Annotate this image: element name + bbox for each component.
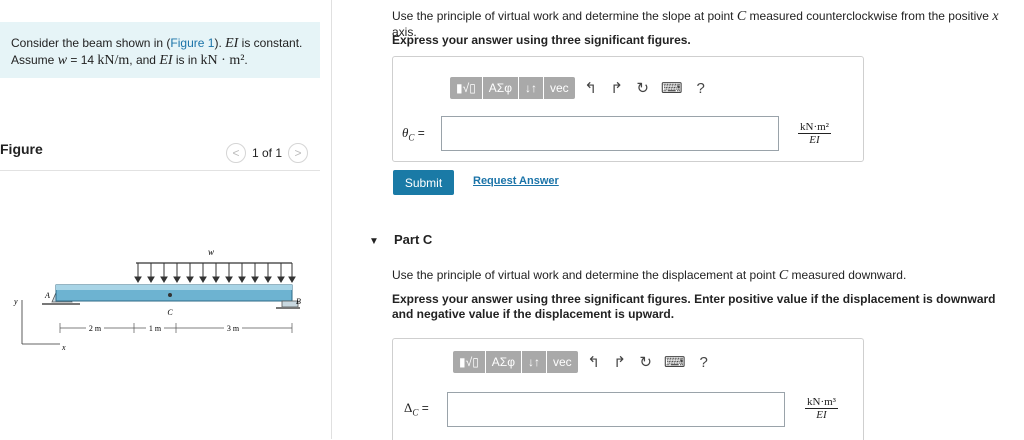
- keyboard-icon[interactable]: ⌨: [662, 351, 688, 373]
- undo-icon[interactable]: ↰: [581, 77, 601, 99]
- part-c-toolbar: ▮√▯ ΑΣφ ↓↑ vec ↰ ↱ ↻ ⌨ ?: [453, 351, 714, 373]
- arrows-button[interactable]: ↓↑: [522, 351, 546, 373]
- toolbar-group: ▮√▯ ΑΣφ ↓↑ vec: [450, 77, 575, 99]
- vec-button[interactable]: vec: [547, 351, 578, 373]
- arrows-button[interactable]: ↓↑: [519, 77, 543, 99]
- ei-unit: kN · m²: [200, 53, 245, 68]
- request-answer-link[interactable]: Request Answer: [473, 175, 559, 187]
- redo-icon[interactable]: ↱: [607, 77, 627, 99]
- part-b-express: Express your answer using three signific…: [392, 33, 691, 47]
- prev-figure-button[interactable]: <: [226, 143, 246, 163]
- part-b-toolbar: ▮√▯ ΑΣφ ↓↑ vec ↰ ↱ ↻ ⌨ ?: [450, 77, 711, 99]
- part-c-answer-box: ▮√▯ ΑΣφ ↓↑ vec ↰ ↱ ↻ ⌨ ? ΔC = kN·m³ EI: [392, 338, 864, 440]
- problem-text: , and: [129, 53, 160, 67]
- divider: [0, 170, 320, 171]
- instruction-text: measured downward.: [788, 268, 907, 282]
- problem-text: is constant.: [238, 36, 303, 50]
- dim-1m: 1 m: [149, 324, 162, 333]
- problem-text: Consider the beam shown in (: [11, 36, 171, 50]
- theta-c-input[interactable]: [441, 116, 779, 151]
- unit-numerator: kN·m²: [798, 121, 831, 134]
- dim-2m: 2 m: [89, 324, 102, 333]
- keyboard-icon[interactable]: ⌨: [659, 77, 685, 99]
- vec-button[interactable]: vec: [544, 77, 575, 99]
- label-b: B: [296, 297, 301, 306]
- part-b-unit: kN·m² EI: [798, 121, 831, 146]
- part-c-title[interactable]: Part C: [394, 232, 432, 247]
- label-a: A: [44, 291, 50, 300]
- point-symbol: C: [736, 9, 747, 24]
- problem-text: Assume: [11, 53, 58, 67]
- collapse-caret-icon[interactable]: ▼: [369, 236, 379, 247]
- problem-text: .: [244, 53, 248, 67]
- pager-text: 1 of 1: [252, 146, 283, 160]
- help-icon[interactable]: ?: [691, 77, 711, 99]
- instruction-text: measured counterclockwise from the posit…: [746, 9, 993, 23]
- figure-pager: < 1 of 1 >: [226, 143, 309, 163]
- redo-icon[interactable]: ↱: [610, 351, 630, 373]
- undo-icon[interactable]: ↰: [584, 351, 604, 373]
- equals-sign: =: [418, 401, 429, 415]
- label-c: C: [167, 308, 173, 317]
- part-c-unit: kN·m³ EI: [805, 396, 838, 421]
- load-label: w: [208, 247, 214, 257]
- ei-symbol: EI: [225, 36, 239, 51]
- figure-link[interactable]: Figure 1: [170, 36, 214, 50]
- delta-c-label: ΔC =: [404, 400, 429, 418]
- help-icon[interactable]: ?: [694, 351, 714, 373]
- point-symbol: C: [778, 268, 789, 283]
- figure-heading: Figure: [0, 141, 43, 157]
- w-unit: kN/m: [97, 53, 130, 68]
- part-b-answer-box: ▮√▯ ΑΣφ ↓↑ vec ↰ ↱ ↻ ⌨ ? θC = kN·m² EI: [392, 56, 864, 162]
- problem-text: is in: [172, 53, 201, 67]
- theta-c-label: θC =: [402, 125, 425, 143]
- problem-text: ).: [214, 36, 226, 50]
- reset-icon[interactable]: ↻: [633, 77, 653, 99]
- dim-3m: 3 m: [227, 324, 240, 333]
- reset-icon[interactable]: ↻: [636, 351, 656, 373]
- equals-sign: =: [414, 126, 425, 140]
- part-c-express: Express your answer using three signific…: [392, 292, 996, 321]
- greek-button[interactable]: ΑΣφ: [482, 77, 518, 99]
- panel-separator: [331, 0, 332, 439]
- axis-x-label: x: [61, 343, 66, 352]
- unit-denominator: EI: [809, 134, 820, 146]
- axis-y-label: y: [13, 297, 18, 306]
- greek-button[interactable]: ΑΣφ: [485, 351, 521, 373]
- unit-numerator: kN·m³: [805, 396, 838, 409]
- point-c-marker: [168, 293, 172, 297]
- delta-c-input[interactable]: [447, 392, 785, 427]
- templates-button[interactable]: ▮√▯: [453, 351, 485, 373]
- distributed-load: [134, 262, 296, 283]
- unit-denominator: EI: [816, 409, 827, 421]
- w-symbol: w: [57, 53, 68, 68]
- ei-symbol: EI: [159, 53, 173, 68]
- submit-button[interactable]: Submit: [393, 170, 454, 195]
- part-c-instruction: Use the principle of virtual work and de…: [392, 268, 906, 284]
- instruction-text: Use the principle of virtual work and de…: [392, 268, 779, 282]
- problem-statement: Consider the beam shown in (Figure 1). E…: [11, 35, 316, 69]
- beam-figure: w A B C y x 2 m 1 m 3 m: [13, 247, 301, 352]
- templates-button[interactable]: ▮√▯: [450, 77, 482, 99]
- axis-symbol: x: [992, 9, 999, 24]
- toolbar-group: ▮√▯ ΑΣφ ↓↑ vec: [453, 351, 578, 373]
- next-figure-button[interactable]: >: [288, 143, 309, 163]
- beam-highlight: [56, 285, 292, 290]
- instruction-text: Use the principle of virtual work and de…: [392, 9, 737, 23]
- problem-text: = 14: [67, 53, 98, 67]
